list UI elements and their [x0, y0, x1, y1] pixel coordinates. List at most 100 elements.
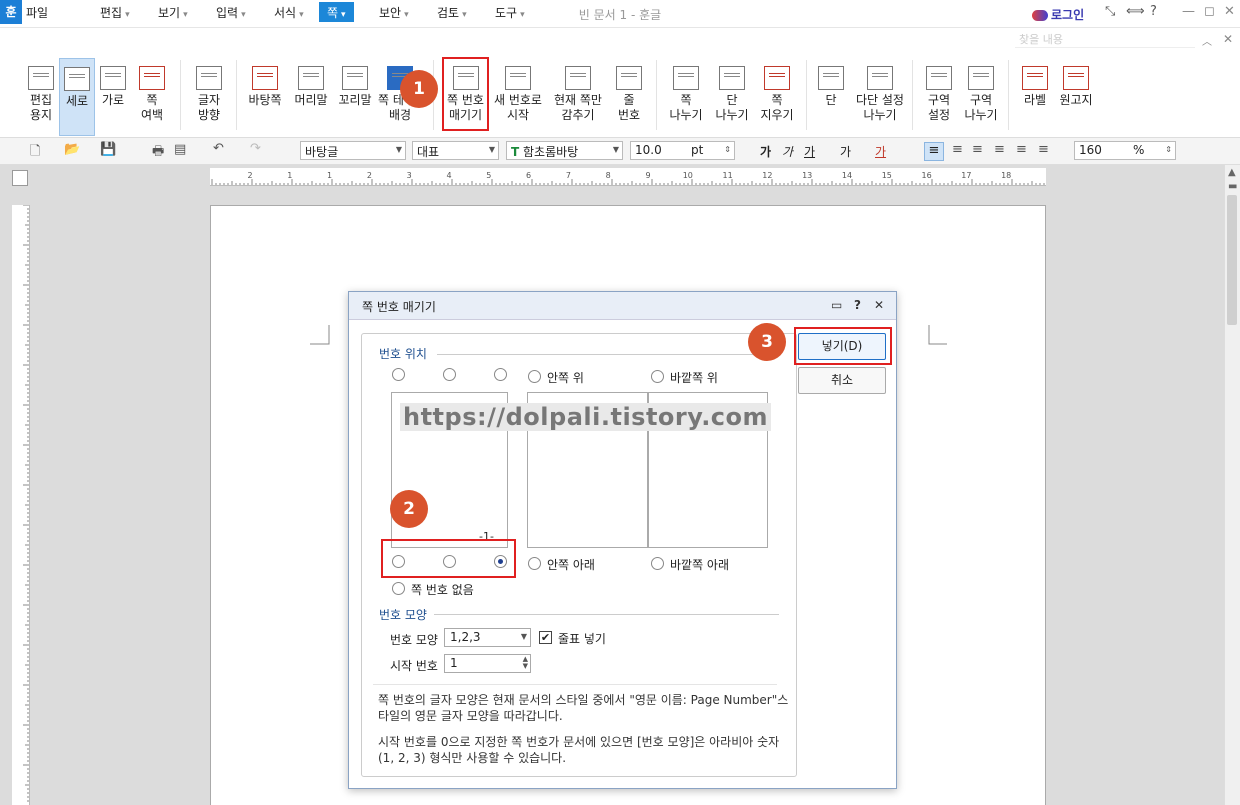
font-color-button[interactable]: 가: [875, 143, 886, 160]
menu-file[interactable]: 파일: [20, 3, 54, 22]
underline-button[interactable]: 가: [804, 143, 815, 160]
radio-top-left[interactable]: [392, 368, 405, 381]
section-number-format: 번호 모양: [379, 608, 427, 622]
zoom-select[interactable]: 160% ⇕: [1074, 141, 1176, 160]
ruler-number: 7: [566, 171, 571, 180]
note-line: 쪽 번호의 글자 모양은 현재 문서의 스타일 중에서 "영문 이름: Page…: [378, 693, 789, 707]
bold-button[interactable]: 가: [760, 143, 771, 160]
minimize-icon[interactable]: —: [1182, 4, 1195, 19]
maximize-icon[interactable]: ◻: [1204, 4, 1215, 19]
ribbon-button-hide[interactable]: 현재 쪽만 감추기: [548, 58, 608, 136]
font-size-input[interactable]: 10.0 pt ⇕: [630, 141, 735, 160]
radio-top-right[interactable]: [494, 368, 507, 381]
highlight-box-3: [794, 327, 892, 365]
ribbon-button-label[interactable]: 라벨: [1016, 58, 1054, 136]
close-icon[interactable]: ✕: [874, 298, 884, 312]
spinner-icon[interactable]: ▲ ▼: [523, 656, 528, 670]
save-icon[interactable]: 💾: [100, 142, 116, 157]
help-icon[interactable]: ?: [854, 298, 861, 312]
style-select[interactable]: 바탕글 ▼: [300, 141, 406, 160]
menu-view[interactable]: 보기 ▾: [152, 3, 194, 22]
ribbon-button-delete-page[interactable]: 쪽 지우기: [757, 58, 797, 136]
redo-icon[interactable]: ↷: [250, 141, 261, 156]
open-folder-icon[interactable]: 📂: [64, 142, 80, 157]
menu-security[interactable]: 보안 ▾: [373, 3, 415, 22]
ribbon-button-new-number[interactable]: 새 번호로 시작: [492, 58, 544, 136]
cancel-button[interactable]: 취소: [798, 367, 886, 394]
text-direction-icon: [196, 66, 222, 90]
print-icon[interactable]: 🖶: [152, 142, 164, 164]
search-input[interactable]: 찾을 내용: [1015, 31, 1195, 48]
menu-edit[interactable]: 편집 ▾: [94, 3, 136, 22]
include-dash-checkbox[interactable]: ✔: [539, 631, 552, 644]
ribbon-button-label: 꼬리말: [338, 93, 372, 107]
divide-icon[interactable]: ≡: [1038, 142, 1049, 157]
ribbon-button-landscape[interactable]: 가로: [96, 58, 130, 136]
align-right-icon[interactable]: ≡: [972, 142, 983, 157]
ribbon-button-footer[interactable]: 꼬리말: [334, 58, 376, 136]
scroll-up-icon[interactable]: ▲: [1228, 167, 1236, 178]
language-select[interactable]: 대표 ▼: [412, 141, 499, 160]
ruler-corner[interactable]: [12, 170, 28, 186]
ribbon-button-column-break[interactable]: 단 나누기: [710, 58, 754, 136]
ribbon-button-margin[interactable]: 쪽 여백: [132, 58, 172, 136]
fullscreen-icon[interactable]: ⤡: [1105, 4, 1115, 19]
menu-page[interactable]: 쪽 ▾: [319, 2, 354, 22]
ribbon-button-label: 새 번호로 시작: [494, 93, 542, 122]
resize-icon[interactable]: ⟺: [1126, 4, 1145, 19]
ribbon-button-text-direction[interactable]: 글자 방향: [190, 58, 228, 136]
menu-insert[interactable]: 입력 ▾: [210, 3, 252, 22]
radio-inside-bottom[interactable]: [528, 557, 541, 570]
help-icon[interactable]: ?: [1150, 4, 1157, 19]
ribbon-button-manuscript[interactable]: 원고지: [1056, 58, 1096, 136]
ribbon-button-label: 머리말: [294, 93, 328, 107]
strikethrough-button[interactable]: 가: [840, 143, 851, 160]
radio-top-center[interactable]: [443, 368, 456, 381]
radio-no-page-number[interactable]: [392, 582, 405, 595]
column-break-icon: [719, 66, 745, 90]
align-left-icon[interactable]: ≡: [952, 142, 963, 157]
comment-icon[interactable]: ▭: [831, 298, 842, 312]
ribbon-button-section-break[interactable]: 구역 나누기: [960, 58, 1002, 136]
number-format-select[interactable]: 1,2,3 ▼: [444, 628, 531, 647]
ribbon-button-portrait[interactable]: 세로: [59, 58, 95, 136]
menu-review[interactable]: 검토 ▾: [431, 3, 473, 22]
scroll-menu-icon[interactable]: ▬: [1228, 181, 1237, 192]
ribbon-button-page-break[interactable]: 쪽 나누기: [665, 58, 707, 136]
radio-inside-top[interactable]: [528, 370, 541, 383]
ribbon-button-page-setup[interactable]: 편집 용지: [22, 58, 60, 136]
radio-outside-bottom[interactable]: [651, 557, 664, 570]
ribbon-separator: [656, 60, 657, 130]
radio-outside-top[interactable]: [651, 370, 664, 383]
chevron-up-icon[interactable]: ︿: [1202, 33, 1212, 48]
start-number-input[interactable]: 1 ▲ ▼: [444, 654, 531, 673]
ribbon-button-line-number[interactable]: 줄 번호: [610, 58, 648, 136]
vertical-ruler[interactable]: [12, 205, 30, 805]
undo-icon[interactable]: ↶: [213, 141, 224, 156]
ribbon-button-multi-column[interactable]: 다단 설정 나누기: [851, 58, 909, 136]
chevron-down-icon: ▾: [462, 10, 467, 20]
ribbon-button-label: 줄 번호: [617, 93, 641, 122]
align-justify-icon[interactable]: ≡: [924, 142, 944, 161]
login-button[interactable]: 로그인: [1032, 6, 1084, 23]
ribbon-button-section-setup[interactable]: 구역 설정: [918, 58, 960, 136]
italic-button[interactable]: 가: [782, 143, 793, 160]
horizontal-ruler[interactable]: 2 1 1 2 3 4 5 6 7 8 9 10 11 12 13 14 15 16 17 18: [210, 168, 1046, 186]
font-select[interactable]: T 함초롬바탕 ▼: [506, 141, 623, 160]
ribbon-button-columns[interactable]: 단: [812, 58, 850, 136]
ribbon-button-master-page[interactable]: 바탕쪽: [245, 58, 285, 136]
ruler-number: 16: [922, 171, 932, 180]
chevron-down-icon: ▼: [488, 145, 495, 154]
scroll-thumb[interactable]: [1227, 195, 1237, 325]
new-document-icon[interactable]: 🗋: [30, 142, 40, 164]
distribute-icon[interactable]: ≡: [1016, 142, 1027, 157]
align-center-icon[interactable]: ≡: [994, 142, 1005, 157]
preview-icon[interactable]: ▤: [174, 142, 186, 157]
ribbon-button-header[interactable]: 머리말: [290, 58, 332, 136]
step-badge-2: 2: [390, 490, 428, 528]
close-icon[interactable]: ✕: [1224, 4, 1235, 19]
close-search-icon[interactable]: ✕: [1223, 32, 1233, 46]
ruler-number: 9: [645, 171, 650, 180]
menu-format[interactable]: 서식 ▾: [268, 3, 310, 22]
menu-tools[interactable]: 도구 ▾: [489, 3, 531, 22]
